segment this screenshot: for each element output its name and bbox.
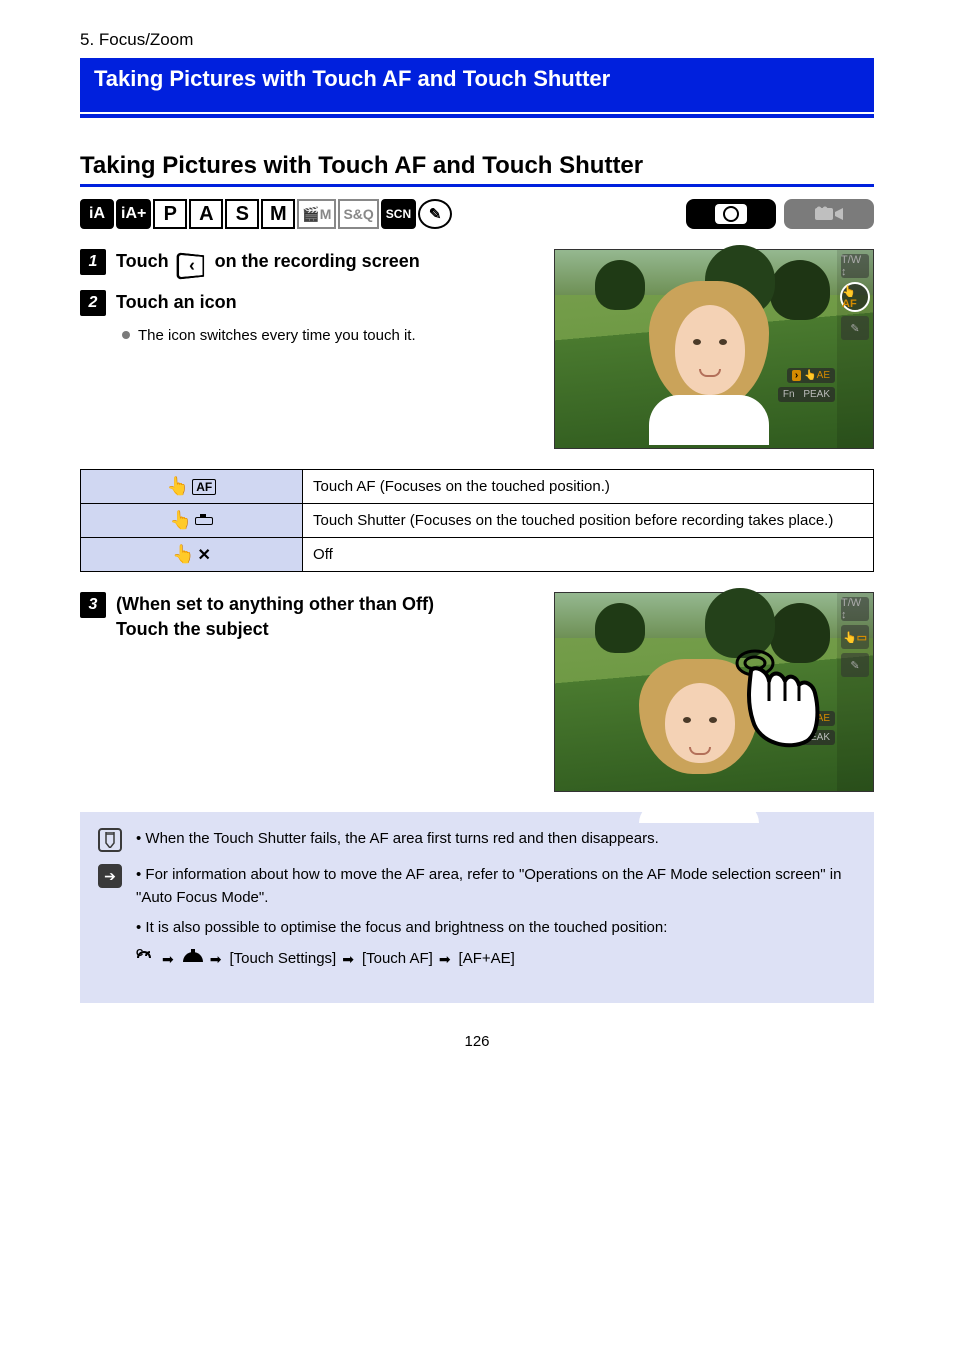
video-mode-indicator-icon xyxy=(784,199,874,229)
arrow-right-icon: ➡ xyxy=(210,949,222,970)
creative-strip-icon[interactable]: ✎ xyxy=(841,316,869,340)
touch-side-strip[interactable]: T/W ↕ 👆AF ✎ xyxy=(837,250,873,448)
notes-box: • When the Touch Shutter fails, the AF a… xyxy=(80,812,874,1003)
step-2: 2 Touch an icon The icon switches every … xyxy=(80,290,534,346)
touch-off-icon: 👆✕ xyxy=(172,544,211,565)
menu-touch-settings: [Touch Settings] xyxy=(229,948,336,971)
mode-m-icon: M xyxy=(261,199,295,229)
zoom-strip-icon[interactable]: T/W ↕ xyxy=(841,254,869,278)
step-1-text-after: on the recording screen xyxy=(215,251,420,271)
mode-sq-icon: S&Q xyxy=(338,199,378,229)
step-3: 3 (When set to anything other than Off) … xyxy=(80,592,534,642)
mode-p-icon: P xyxy=(153,199,187,229)
touch-tab-icon: ‹ xyxy=(176,252,203,279)
step-3-text: Touch the subject xyxy=(116,619,269,639)
table-row: 👆AF Touch AF (Focuses on the touched pos… xyxy=(81,470,874,504)
table-row: 👆✕ Off xyxy=(81,538,874,572)
menu-af-ae: [AF+AE] xyxy=(459,948,515,971)
step-number-2: 2 xyxy=(80,290,106,316)
touch-af-strip-icon[interactable]: 👆AF xyxy=(840,282,870,312)
step-number-1: 1 xyxy=(80,249,106,275)
mode-a-icon: A xyxy=(189,199,223,229)
fn-sub-icon[interactable]: Fn PEAK xyxy=(778,387,835,402)
touch-ae-sub-icon[interactable]: ›👆AE xyxy=(787,368,835,383)
mode-ia-plus-icon: iA+ xyxy=(116,199,151,229)
recording-preview-1: T/W ↕ 👆AF ✎ ›👆AE Fn PEAK xyxy=(554,249,874,449)
mode-indicator-row: iA iA+ P A S M 🎬M S&Q SCN ✎ xyxy=(80,199,874,229)
mode-creative-icon: ✎ xyxy=(418,199,452,229)
svg-text:C: C xyxy=(136,948,143,959)
page-number: 126 xyxy=(80,1033,874,1050)
note-pencil-text: When the Touch Shutter fails, the AF are… xyxy=(145,830,658,847)
table-row: 👆 Touch Shutter (Focuses on the touched … xyxy=(81,504,874,538)
step-3-condition: (When set to anything other than Off) xyxy=(116,594,434,614)
menu-path: C ➡ ➡ [Touch Settings] ➡ xyxy=(136,948,856,972)
step-2-text: Touch an icon xyxy=(116,292,237,312)
touch-shutter-desc: Touch Shutter (Focuses on the touched po… xyxy=(303,504,874,538)
custom-menu-icon: C xyxy=(136,948,156,972)
arrow-right-icon: ➡ xyxy=(342,949,354,970)
touch-af-icon: 👆AF xyxy=(167,476,216,497)
mode-scn-icon: SCN xyxy=(381,199,416,229)
mode-dial-icons: iA iA+ P A S M 🎬M S&Q SCN ✎ xyxy=(80,199,452,229)
step-2-sub-text: The icon switches every time you touch i… xyxy=(138,325,416,346)
menu-touch-af: [Touch AF] xyxy=(362,948,433,971)
touch-af-desc: Touch AF (Focuses on the touched positio… xyxy=(303,470,874,504)
recording-preview-2: T/W ↕ 👆▭ ✎ ›👆AE Fn PEAK xyxy=(554,592,874,792)
arrow-right-icon: ➡ xyxy=(162,949,174,970)
step-number-3: 3 xyxy=(80,592,106,618)
section-title: Taking Pictures with Touch AF and Touch … xyxy=(80,152,874,187)
zoom-strip-icon[interactable]: T/W ↕ xyxy=(841,597,869,621)
photo-mode-indicator-icon xyxy=(686,199,776,229)
step-1: 1 Touch ‹ on the recording screen xyxy=(80,249,534,278)
mode-ia-icon: iA xyxy=(80,199,114,229)
creative-strip-icon[interactable]: ✎ xyxy=(841,653,869,677)
touch-shutter-icon: 👆 xyxy=(170,510,213,531)
step-1-text-before: Touch xyxy=(116,251,174,271)
operation-menu-icon xyxy=(182,948,204,971)
note-pencil-icon xyxy=(98,828,122,852)
touch-gesture-icon xyxy=(723,643,823,763)
touch-off-desc: Off xyxy=(303,538,874,572)
bullet-icon xyxy=(122,331,130,339)
mode-s-icon: S xyxy=(225,199,259,229)
category-text: 5. Focus/Zoom xyxy=(80,30,874,50)
page-header: Taking Pictures with Touch AF and Touch … xyxy=(80,58,874,112)
note-arrow-icon: ➔ xyxy=(98,864,122,888)
touch-options-table: 👆AF Touch AF (Focuses on the touched pos… xyxy=(80,469,874,572)
mode-movie-m-icon: 🎬M xyxy=(297,199,336,229)
note-arrow-text-2: It is also possible to optimise the focu… xyxy=(145,919,667,936)
touch-shutter-strip-icon[interactable]: 👆▭ xyxy=(841,625,869,649)
note-arrow-text-1: For information about how to move the AF… xyxy=(136,866,841,906)
arrow-right-icon: ➡ xyxy=(439,949,451,970)
touch-side-strip-2[interactable]: T/W ↕ 👆▭ ✎ xyxy=(837,593,873,791)
